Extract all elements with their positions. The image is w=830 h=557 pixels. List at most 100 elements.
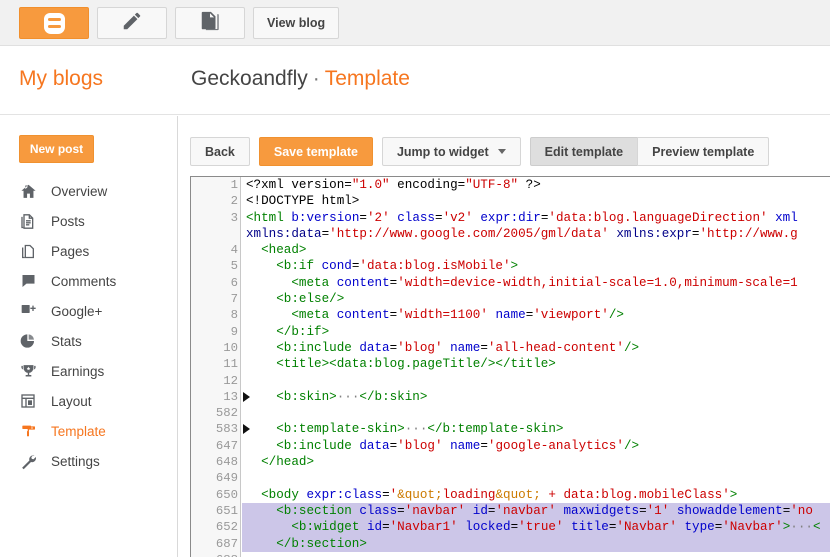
- code-line[interactable]: </head>: [242, 454, 830, 470]
- sidebar-item-overview[interactable]: Overview: [0, 176, 178, 206]
- my-blogs-link[interactable]: My blogs: [19, 67, 103, 91]
- code-line-text: <!DOCTYPE html>: [246, 194, 360, 209]
- back-button[interactable]: Back: [190, 137, 250, 166]
- editor-code-area[interactable]: <?xml version="1.0" encoding="UTF-8" ?> <…: [242, 177, 830, 557]
- line-number: 13: [191, 389, 250, 405]
- sidebar-item-template[interactable]: Template: [0, 416, 178, 446]
- code-line[interactable]: <title><data:blog.pageTitle/></title>: [242, 356, 830, 372]
- code-line[interactable]: <b:skin>···</b:skin>: [242, 389, 830, 405]
- code-line-text: <b:widget id='Navbar1' locked='true' tit…: [291, 520, 821, 535]
- documents-icon: [199, 10, 221, 37]
- view-blog-button[interactable]: View blog: [253, 7, 340, 39]
- code-line[interactable]: [242, 373, 830, 389]
- code-line[interactable]: <b:template-skin>···</b:template-skin>: [242, 421, 830, 437]
- sidebar-item-pages[interactable]: Pages: [0, 236, 178, 266]
- code-line[interactable]: xmlns:data='http://www.google.com/2005/g…: [242, 226, 830, 242]
- line-number: 652: [191, 519, 250, 535]
- line-number: 1: [230, 178, 238, 192]
- line-number: 9: [230, 324, 238, 339]
- line-number: 650: [215, 487, 238, 502]
- jump-to-widget-dropdown[interactable]: Jump to widget: [381, 137, 521, 166]
- new-post-icon-button[interactable]: [97, 7, 167, 39]
- wrench-icon: [20, 451, 42, 471]
- line-number: 688: [191, 552, 240, 557]
- edit-template-button[interactable]: Edit template: [529, 137, 639, 166]
- save-template-button[interactable]: Save template: [258, 137, 373, 166]
- breadcrumb-blog-name[interactable]: Geckoandfly: [191, 67, 308, 90]
- home-icon: [20, 181, 42, 201]
- code-line[interactable]: <meta content='width=1100' name='viewpor…: [242, 307, 830, 323]
- posts-icon-button[interactable]: [175, 7, 245, 39]
- code-line-text: <b:skin>···</b:skin>: [276, 389, 428, 404]
- chevron-down-icon: [497, 149, 506, 154]
- sidebar-item-label: Template: [51, 423, 106, 439]
- code-line[interactable]: <?xml version="1.0" encoding="UTF-8" ?>: [242, 177, 830, 193]
- main-content: Back Save template Jump to widget Edit t…: [179, 116, 830, 557]
- line-number: 7: [230, 292, 238, 307]
- line-number: 583: [191, 421, 250, 437]
- sidebar-item-settings[interactable]: Settings: [0, 446, 178, 476]
- code-line-text: <b:section class='navbar' id='navbar' ma…: [276, 503, 813, 518]
- jump-to-widget-label: Jump to widget: [396, 144, 489, 159]
- sidebar-nav: Overview Posts Pages Comments Google+ Stats Ea…: [0, 176, 178, 476]
- page-header: My blogs Geckoandfly · Template: [0, 47, 830, 115]
- line-number: 6: [230, 275, 238, 290]
- pie-chart-icon: [20, 331, 42, 351]
- sidebar-item-posts[interactable]: Posts: [0, 206, 178, 236]
- code-line[interactable]: <b:include data='blog' name='google-anal…: [242, 438, 830, 454]
- line-number: 8: [230, 308, 238, 323]
- code-line[interactable]: <b:include data='blog' name='all-head-co…: [242, 340, 830, 356]
- code-line[interactable]: <head>: [242, 242, 830, 258]
- code-line-text: xmlns:data='http://www.google.com/2005/g…: [246, 226, 798, 241]
- sidebar-item-label: Comments: [51, 273, 117, 289]
- blogger-logo-button[interactable]: [19, 7, 89, 39]
- trophy-icon: [20, 361, 42, 381]
- code-line[interactable]: <body expr:class='&quot;loading&quot; + …: [242, 487, 830, 503]
- sidebar-item-layout[interactable]: Layout: [0, 386, 178, 416]
- sidebar-item-label: Layout: [51, 393, 92, 409]
- comment-icon: [20, 271, 42, 291]
- sidebar: New post Overview Posts Pages Comments Googl…: [0, 116, 178, 557]
- template-toolbar: Back Save template Jump to widget Edit t…: [190, 137, 770, 166]
- posts-icon: [20, 211, 42, 231]
- code-line[interactable]: <b:widget id='Navbar1' locked='true' tit…: [242, 519, 830, 536]
- code-line[interactable]: <!DOCTYPE html>: [242, 193, 830, 209]
- sidebar-item-earnings[interactable]: Earnings: [0, 356, 178, 386]
- sidebar-item-label: Earnings: [51, 363, 105, 379]
- preview-template-button[interactable]: Preview template: [637, 137, 770, 166]
- pages-icon: [20, 241, 42, 261]
- pencil-icon: [121, 10, 143, 37]
- sidebar-item-label: Settings: [51, 453, 100, 469]
- sidebar-item-stats[interactable]: Stats: [0, 326, 178, 356]
- code-line-text: </head>: [261, 455, 315, 470]
- paint-roller-icon: [20, 421, 42, 441]
- code-line-text: <head>: [261, 243, 307, 258]
- code-line[interactable]: [242, 470, 830, 486]
- code-line-text: <b:else/>: [276, 292, 345, 307]
- line-number: 4: [230, 243, 238, 258]
- sidebar-item-label: Pages: [51, 243, 90, 259]
- sidebar-item-google[interactable]: Google+: [0, 296, 178, 326]
- code-line[interactable]: <html b:version='2' class='v2' expr:dir=…: [242, 210, 830, 226]
- code-line-text: <meta content='width=device-width,initia…: [291, 275, 798, 290]
- code-line[interactable]: [242, 405, 830, 421]
- code-line[interactable]: </b:section>: [242, 535, 830, 552]
- line-number: 687: [215, 536, 238, 551]
- code-line-text: <b:if cond='data:blog.isMobile'>: [276, 259, 519, 274]
- code-line[interactable]: [242, 552, 830, 557]
- sidebar-item-label: Stats: [51, 333, 82, 349]
- sidebar-item-comments[interactable]: Comments: [0, 266, 178, 296]
- code-line[interactable]: <meta content='width=device-width,initia…: [242, 275, 830, 291]
- code-line-text: <meta content='width=1100' name='viewpor…: [291, 308, 624, 323]
- code-line[interactable]: </b:if>: [242, 324, 830, 340]
- line-number: 582: [215, 406, 238, 421]
- code-line[interactable]: <b:else/>: [242, 291, 830, 307]
- sidebar-item-label: Google+: [51, 303, 103, 319]
- code-line[interactable]: <b:section class='navbar' id='navbar' ma…: [242, 502, 830, 520]
- template-code-editor[interactable]: 1 2 3 4 5 6 7 8 9 10 11 12 13 582 583 647 648 649 650 651 65…: [190, 176, 830, 557]
- code-line[interactable]: <b:if cond='data:blog.isMobile'>: [242, 258, 830, 274]
- new-post-button[interactable]: New post: [19, 135, 94, 163]
